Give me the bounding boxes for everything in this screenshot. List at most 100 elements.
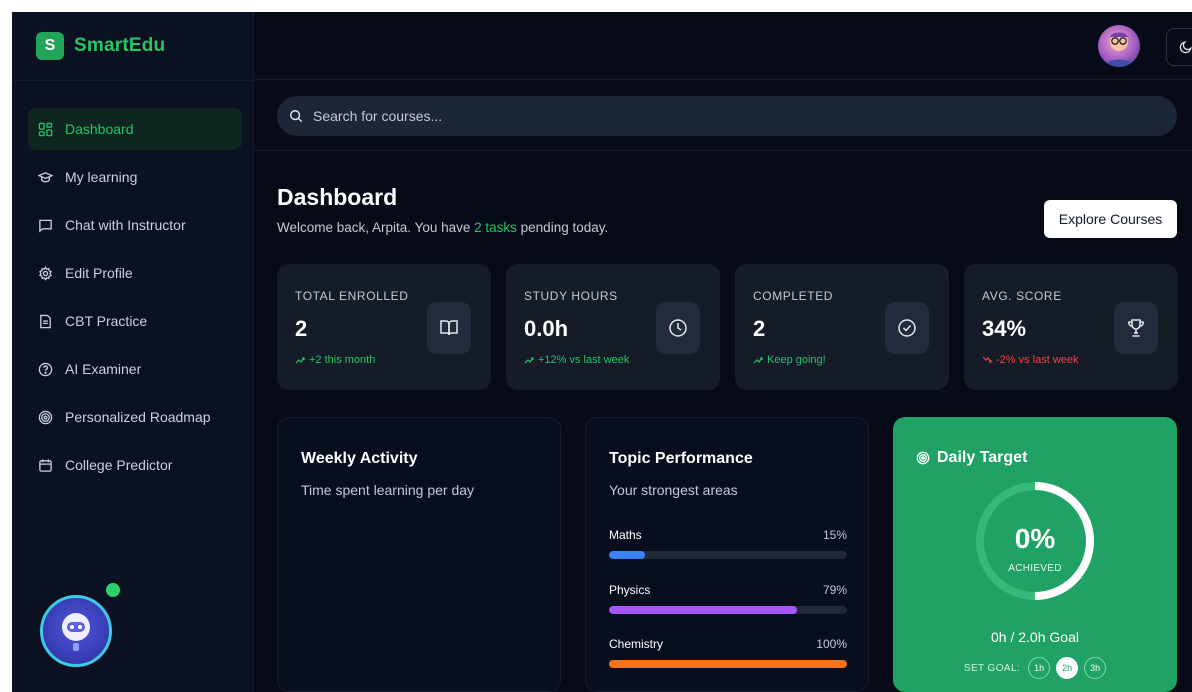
stat-value: 0.0h xyxy=(524,316,569,341)
stat-trend-text: +12% vs last week xyxy=(538,354,630,366)
goal-option-3h[interactable]: 3h xyxy=(1084,657,1107,679)
brand[interactable]: S SmartEdu xyxy=(36,32,165,60)
assistant-bot-button[interactable] xyxy=(40,595,112,667)
app-window: S SmartEdu Dashboard My learning Chat wi… xyxy=(12,12,1192,692)
welcome-suffix: pending today. xyxy=(516,220,609,235)
sidebar-item-edit-profile[interactable]: Edit Profile xyxy=(28,252,242,294)
stat-icon-box xyxy=(656,302,700,354)
topic-percent: 100% xyxy=(816,637,847,651)
goal-option-2h[interactable]: 2h xyxy=(1056,657,1079,679)
calendar-icon xyxy=(39,458,52,472)
trend-up-icon xyxy=(295,357,305,364)
brand-logo: S xyxy=(36,32,64,60)
stat-label: STUDY HOURS xyxy=(524,289,618,303)
dashboard-grid-icon xyxy=(38,122,53,136)
panel-subtitle: Time spent learning per day xyxy=(301,482,475,498)
brand-name: SmartEdu xyxy=(74,35,166,56)
sidebar-item-chat[interactable]: Chat with Instructor xyxy=(28,204,242,246)
stat-card-total-enrolled: TOTAL ENROLLED 2 +2 this month xyxy=(277,264,491,390)
sidebar-item-label: My learning xyxy=(65,169,138,185)
stat-trend: +12% vs last week xyxy=(524,354,629,366)
stat-trend-text: +2 this month xyxy=(309,354,376,366)
online-indicator xyxy=(106,583,120,597)
stat-value: 34% xyxy=(982,316,1027,341)
topic-item-physics: Physics 79% xyxy=(609,583,847,614)
stat-trend-text: -2% vs last week xyxy=(996,354,1079,366)
sidebar-item-college-predictor[interactable]: College Predictor xyxy=(28,444,242,486)
panel-title: Daily Target xyxy=(916,449,1027,467)
chat-bubble-icon xyxy=(39,219,52,233)
pending-tasks-count: 2 tasks xyxy=(474,220,517,235)
daily-target-panel: Daily Target 0% ACHIEVED 0h / 2.0h Goal … xyxy=(893,417,1177,692)
goal-option-1h[interactable]: 1h xyxy=(1028,657,1051,679)
search-bar xyxy=(277,96,1177,136)
theme-toggle-button[interactable] xyxy=(1166,28,1192,66)
page-title: Dashboard xyxy=(277,184,398,210)
stat-card-completed: COMPLETED 2 Keep going! xyxy=(735,264,949,390)
stat-card-avg-score: AVG. SCORE 34% -2% vs last week xyxy=(964,264,1178,390)
topic-name: Chemistry xyxy=(609,637,664,651)
weekly-activity-panel: Weekly Activity Time spent learning per … xyxy=(277,417,561,692)
user-avatar-image xyxy=(1104,32,1134,67)
daily-target-title: Daily Target xyxy=(937,449,1028,466)
topic-progress-fill xyxy=(609,660,847,668)
topic-name: Maths xyxy=(609,528,642,542)
welcome-prefix: Welcome back, Arpita. You have xyxy=(277,220,475,235)
avatar[interactable] xyxy=(1098,25,1140,67)
welcome-message: Welcome back, Arpita. You have 2 tasks p… xyxy=(277,220,608,235)
search-icon xyxy=(290,110,303,123)
topic-performance-panel: Topic Performance Your strongest areas M… xyxy=(585,417,869,692)
check-circle-icon xyxy=(898,319,916,337)
divider xyxy=(255,150,1192,151)
topic-progress-track xyxy=(609,551,847,559)
document-icon xyxy=(40,314,51,328)
sidebar-item-label: AI Examiner xyxy=(65,361,142,377)
stat-trend: -2% vs last week xyxy=(982,354,1079,366)
divider xyxy=(12,80,254,81)
stat-label: TOTAL ENROLLED xyxy=(295,289,409,303)
stat-label: COMPLETED xyxy=(753,289,834,303)
topic-name: Physics xyxy=(609,583,651,597)
stat-icon-box xyxy=(885,302,929,354)
goal-text: 0h / 2.0h Goal xyxy=(991,629,1079,645)
sidebar-item-dashboard[interactable]: Dashboard xyxy=(28,108,242,150)
trend-up-icon xyxy=(753,357,763,364)
graduation-cap-icon xyxy=(38,171,53,182)
topic-progress-fill xyxy=(609,551,645,559)
daily-target-percent: 0% xyxy=(1014,523,1056,554)
sidebar-item-label: Dashboard xyxy=(65,121,134,137)
achieved-label: ACHIEVED xyxy=(1008,563,1062,574)
gear-icon xyxy=(39,265,52,281)
stat-trend: Keep going! xyxy=(753,354,826,366)
clock-icon xyxy=(669,319,687,337)
topic-percent: 15% xyxy=(822,528,847,542)
topic-item-maths: Maths 15% xyxy=(609,528,847,559)
sidebar-item-label: CBT Practice xyxy=(65,313,148,329)
panel-title: Topic Performance xyxy=(609,450,753,467)
sidebar-item-my-learning[interactable]: My learning xyxy=(28,156,242,198)
topic-progress-fill xyxy=(609,606,798,614)
sidebar-item-cbt-practice[interactable]: CBT Practice xyxy=(28,300,242,342)
trophy-icon xyxy=(1128,319,1144,337)
sidebar-item-label: Personalized Roadmap xyxy=(65,409,211,425)
stat-trend-text: Keep going! xyxy=(767,354,826,366)
stat-icon-box xyxy=(1114,302,1158,354)
explore-courses-button[interactable]: Explore Courses xyxy=(1044,200,1177,238)
sidebar-item-roadmap[interactable]: Personalized Roadmap xyxy=(28,396,242,438)
robot-icon xyxy=(62,613,90,651)
help-circle-icon xyxy=(38,362,53,376)
topic-progress-track xyxy=(609,606,847,614)
search-input[interactable] xyxy=(313,108,1133,124)
moon-icon xyxy=(1179,41,1192,54)
sidebar-item-label: Chat with Instructor xyxy=(65,217,186,233)
sidebar: S SmartEdu Dashboard My learning Chat wi… xyxy=(12,12,254,692)
sidebar-item-label: Edit Profile xyxy=(65,265,133,281)
stat-trend: +2 this month xyxy=(295,354,375,366)
stat-icon-box xyxy=(427,302,471,354)
trend-up-icon xyxy=(524,357,534,364)
sidebar-item-ai-examiner[interactable]: AI Examiner xyxy=(28,348,242,390)
topic-progress-track xyxy=(609,660,847,668)
target-icon xyxy=(38,410,53,424)
stat-card-study-hours: STUDY HOURS 0.0h +12% vs last week xyxy=(506,264,720,390)
trend-down-icon xyxy=(982,356,992,363)
